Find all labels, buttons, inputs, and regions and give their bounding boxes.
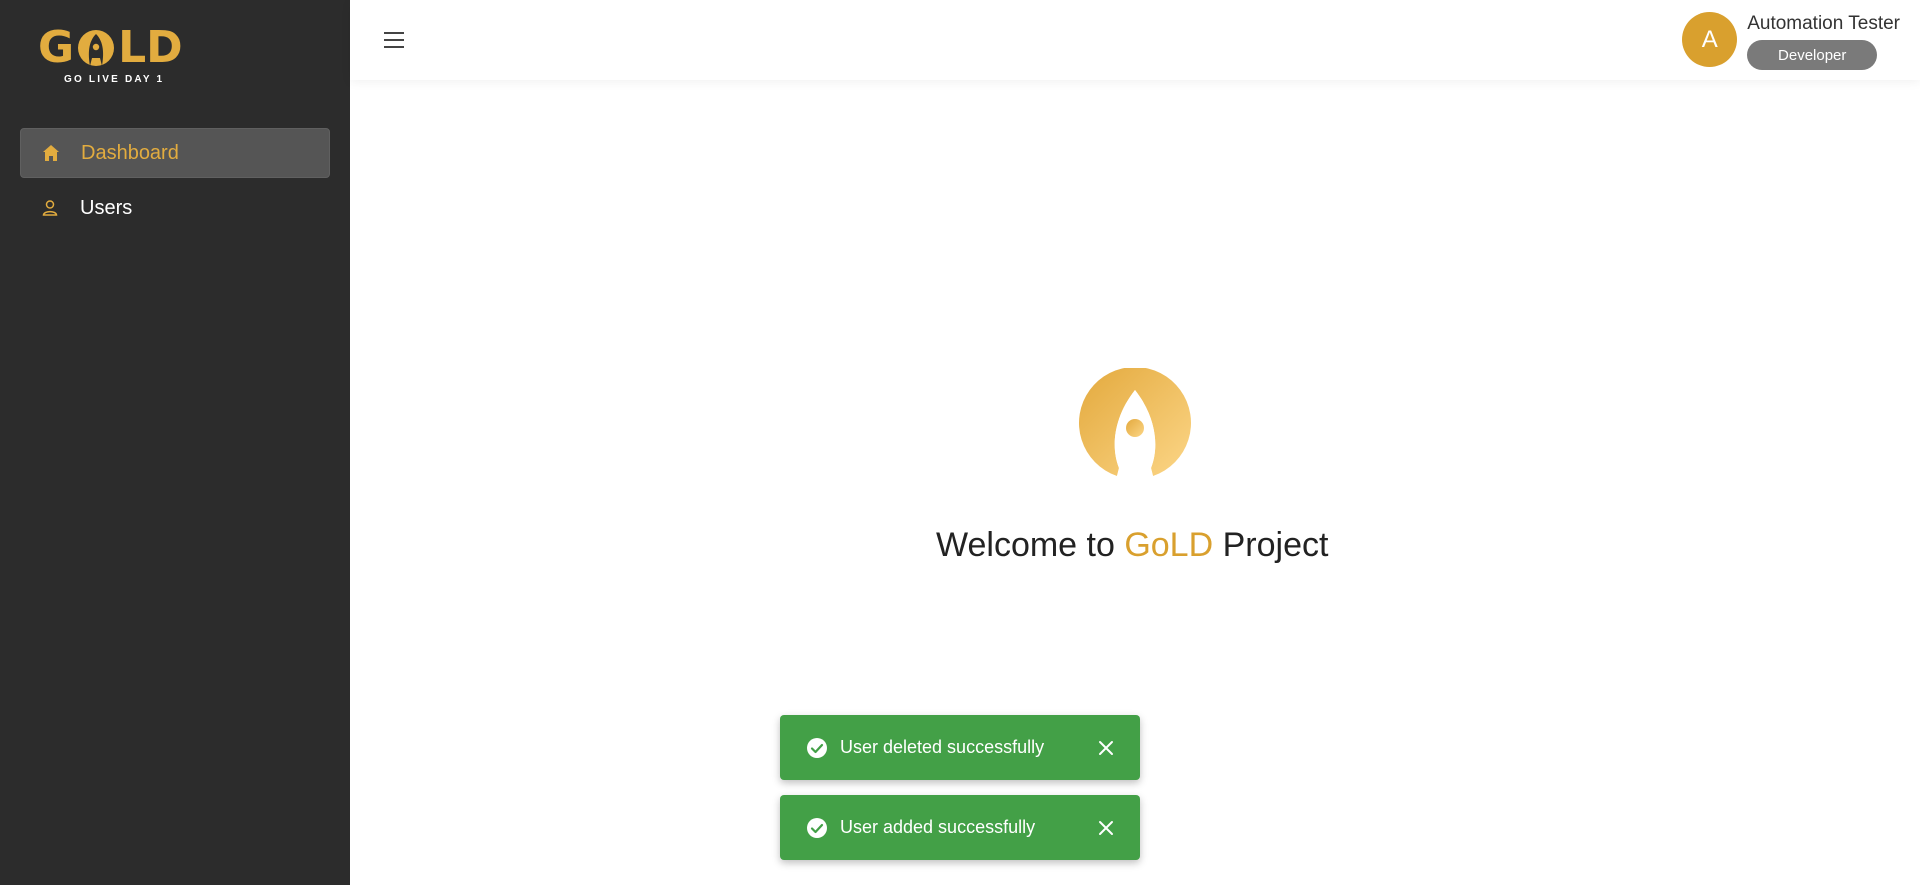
- logo-tagline: GO LIVE DAY 1: [64, 74, 165, 85]
- top-header: A Automation Tester Developer: [350, 0, 1920, 80]
- toast-message: User deleted successfully: [840, 737, 1045, 757]
- close-icon[interactable]: [1098, 740, 1114, 756]
- welcome-suffix: Project: [1213, 526, 1329, 564]
- user-icon: [40, 198, 60, 218]
- sidebar-item-label: Dashboard: [81, 141, 179, 164]
- toast-message: User added successfully: [840, 817, 1036, 837]
- sidebar-nav: Dashboard Users: [20, 128, 330, 238]
- welcome-heading: Welcome to GoLD Project: [936, 526, 1328, 565]
- logo-text-left: G: [38, 22, 75, 73]
- user-name: Automation Tester: [1747, 13, 1900, 34]
- close-icon[interactable]: [1098, 820, 1114, 836]
- sidebar-item-users[interactable]: Users: [20, 183, 330, 233]
- welcome-prefix: Welcome to: [936, 526, 1125, 564]
- sidebar-item-label: Users: [80, 196, 133, 219]
- logo-text-right: LD: [118, 22, 183, 73]
- avatar[interactable]: A: [1682, 12, 1738, 67]
- rocket-logo-icon: [1079, 368, 1191, 476]
- role-badge: Developer: [1747, 40, 1878, 70]
- sidebar: G LD GO LIVE DAY 1 Dashboard Users: [0, 0, 350, 885]
- logo-wordmark: G LD: [38, 26, 188, 70]
- user-info: Automation Tester Developer: [1747, 12, 1900, 70]
- check-circle-icon: [807, 737, 827, 758]
- check-circle-icon: [807, 817, 827, 838]
- user-profile[interactable]: A Automation Tester Developer: [1682, 12, 1900, 70]
- rocket-icon: [78, 30, 115, 66]
- home-icon: [41, 143, 61, 163]
- hamburger-menu-icon[interactable]: [382, 28, 406, 52]
- toast-user-added: User added successfully: [780, 795, 1140, 860]
- sidebar-item-dashboard[interactable]: Dashboard: [20, 128, 330, 178]
- gold-logo[interactable]: G LD GO LIVE DAY 1: [38, 26, 188, 88]
- welcome-brand: GoLD: [1124, 526, 1214, 564]
- toast-user-deleted: User deleted successfully: [780, 715, 1140, 780]
